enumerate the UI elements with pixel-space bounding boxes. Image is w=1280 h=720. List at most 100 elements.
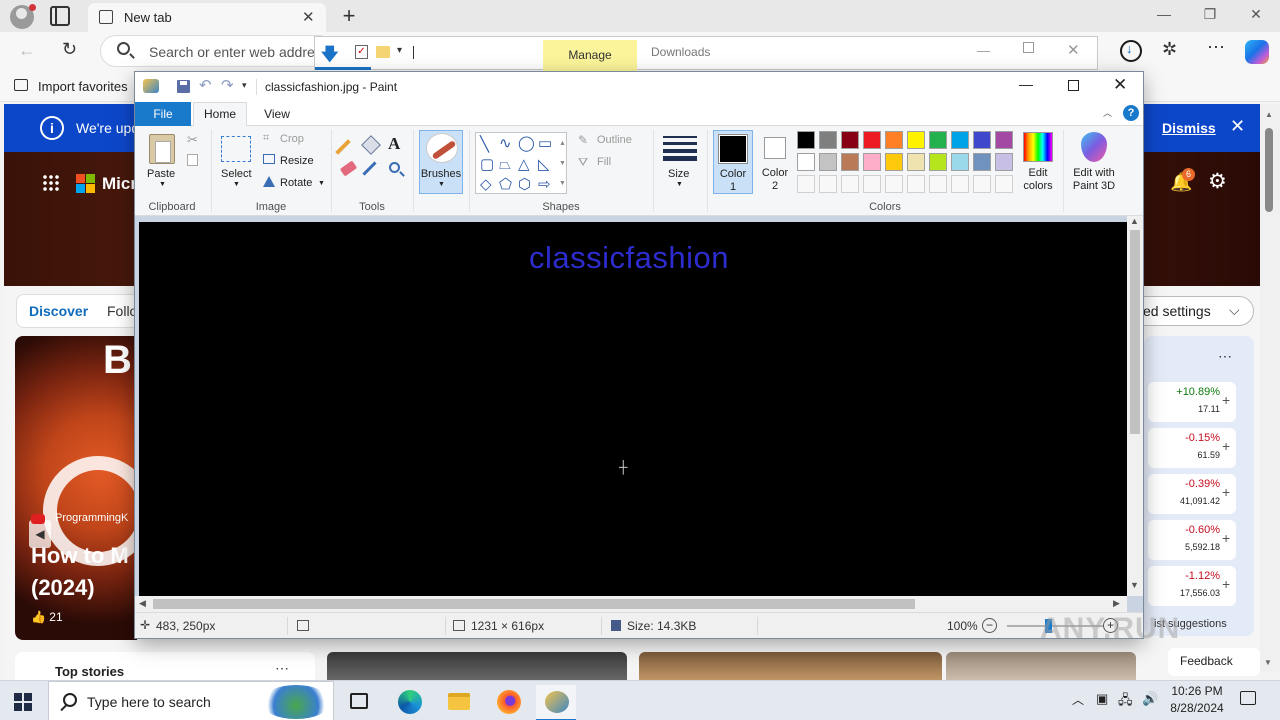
custom-color-slot[interactable] — [841, 175, 859, 193]
color2-swatch[interactable] — [764, 137, 786, 159]
paint-minimize-button[interactable]: — — [1019, 76, 1033, 92]
tab-view[interactable]: View — [259, 102, 295, 126]
page-scrollbar[interactable]: ▲ ▼ — [1260, 104, 1280, 672]
clock-time[interactable]: 10:26 PM — [1164, 684, 1230, 698]
hexagon-shape-icon[interactable]: ⬡ — [518, 177, 531, 192]
size-button[interactable]: Size — [668, 168, 689, 180]
taskbar-firefox-button[interactable] — [488, 685, 528, 719]
banner-dismiss-link[interactable]: Dismiss — [1162, 120, 1216, 136]
color-swatch[interactable] — [797, 131, 815, 149]
browser-close-button[interactable]: ✕ — [1236, 6, 1276, 26]
color2-label[interactable]: Color 2 — [757, 167, 793, 193]
color-swatch[interactable] — [951, 153, 969, 171]
story-thumbnail[interactable] — [327, 652, 627, 682]
extensions-icon[interactable]: ✲ — [1162, 39, 1177, 60]
color-swatch[interactable] — [995, 153, 1013, 171]
taskbar-paint-button[interactable] — [536, 685, 576, 720]
color-swatch[interactable] — [819, 153, 837, 171]
add-icon[interactable]: + — [1222, 438, 1230, 454]
custom-color-slot[interactable] — [929, 175, 947, 193]
more-icon[interactable]: ⋯ — [275, 660, 289, 677]
color-swatch[interactable] — [819, 131, 837, 149]
properties-icon[interactable]: ✓ — [355, 45, 368, 59]
triangle-shape-icon[interactable]: △ — [518, 157, 530, 172]
vertical-scroll-thumb[interactable] — [1130, 230, 1140, 434]
more-icon[interactable]: ⋯ — [1218, 348, 1232, 365]
pencil-icon[interactable] — [335, 139, 351, 155]
feedback-button[interactable]: Feedback — [1168, 648, 1260, 676]
cut-scissors-icon[interactable]: ✂ — [187, 132, 198, 148]
tab-following[interactable]: Follo — [107, 303, 137, 319]
paint-close-button[interactable]: ✕ — [1113, 75, 1127, 95]
select-dropdown-icon[interactable]: ▼ — [233, 181, 240, 188]
paste-dropdown-icon[interactable]: ▼ — [159, 181, 166, 188]
line-shape-icon[interactable]: ╲ — [480, 137, 489, 152]
taskbar-explorer-button[interactable] — [438, 685, 478, 719]
canvas-horizontal-scrollbar[interactable]: ◀ ▶ — [135, 596, 1127, 612]
add-icon[interactable]: + — [1222, 576, 1230, 592]
color-swatch[interactable] — [863, 131, 881, 149]
right-triangle-shape-icon[interactable]: ◺ — [538, 157, 550, 172]
custom-color-slot[interactable] — [995, 175, 1013, 193]
copilot-icon[interactable] — [1245, 40, 1269, 64]
explorer-close-button[interactable]: ✕ — [1067, 41, 1080, 59]
rectangle-shape-icon[interactable]: ▭ — [538, 136, 552, 151]
story-thumbnail[interactable] — [639, 652, 942, 682]
arrow-shape-icon[interactable]: ⇨ — [538, 177, 551, 192]
edit-colors-button[interactable]: Edit colors — [1017, 167, 1059, 193]
size-dropdown-icon[interactable]: ▼ — [676, 181, 683, 188]
custom-color-slot[interactable] — [973, 175, 991, 193]
tab-close-icon[interactable]: ✕ — [302, 8, 315, 26]
tab-discover[interactable]: Discover — [29, 303, 88, 319]
add-icon[interactable]: + — [1222, 484, 1230, 500]
color-swatch[interactable] — [929, 131, 947, 149]
rounded-rectangle-shape-icon[interactable]: ▢ — [480, 157, 494, 172]
downloads-icon[interactable] — [1120, 40, 1142, 62]
custom-color-slot[interactable] — [863, 175, 881, 193]
color-swatch[interactable] — [951, 131, 969, 149]
scroll-up-arrow-icon[interactable]: ▲ — [1265, 110, 1273, 119]
more-options-icon[interactable]: ⋯ — [1207, 37, 1226, 58]
add-icon[interactable]: + — [1222, 392, 1230, 408]
browser-minimize-button[interactable]: — — [1144, 6, 1184, 26]
color-swatch[interactable] — [863, 153, 881, 171]
network-icon[interactable]: 🖧 — [1118, 691, 1133, 713]
fill-button[interactable]: Fill — [597, 156, 611, 168]
color-swatch[interactable] — [929, 153, 947, 171]
color-swatch[interactable] — [907, 153, 925, 171]
stock-card[interactable]: -1.12% 17,556.03 + — [1148, 566, 1236, 606]
action-center-icon[interactable] — [1240, 691, 1256, 705]
stock-card[interactable]: -0.60% 5,592.18 + — [1148, 520, 1236, 560]
clock-date[interactable]: 8/28/2024 — [1164, 701, 1230, 715]
tab-home[interactable]: Home — [193, 102, 247, 127]
stock-card[interactable]: -0.39% 41,091.42 + — [1148, 474, 1236, 514]
stock-card[interactable]: +10.89% 17.11 + — [1148, 382, 1236, 422]
color-swatch[interactable] — [841, 153, 859, 171]
edit-colors-icon[interactable] — [1023, 132, 1053, 162]
banner-close-icon[interactable]: ✕ — [1230, 116, 1245, 137]
hero-news-card[interactable]: B ◀ ProgrammingK How to M (2024) 👍 21 — [15, 336, 137, 640]
paint-maximize-button[interactable] — [1068, 80, 1079, 91]
new-tab-button[interactable]: + — [338, 3, 360, 29]
select-button[interactable]: Select — [221, 168, 252, 180]
paste-clipboard-icon[interactable] — [149, 134, 175, 164]
color-swatch[interactable] — [973, 153, 991, 171]
edit-with-paint3d-button[interactable]: Edit with Paint 3D — [1067, 167, 1121, 193]
zoom-out-button[interactable]: − — [982, 618, 997, 633]
copy-icon[interactable] — [187, 154, 198, 166]
color-swatch[interactable] — [841, 131, 859, 149]
color-swatch[interactable] — [995, 131, 1013, 149]
story-thumbnail[interactable] — [946, 652, 1136, 682]
stock-card[interactable]: -0.15% 61.59 + — [1148, 428, 1236, 468]
oval-shape-icon[interactable]: ◯ — [518, 136, 535, 151]
new-folder-icon[interactable] — [376, 46, 390, 58]
explorer-maximize-button[interactable] — [1023, 42, 1034, 53]
explorer-manage-tab[interactable]: Manage — [543, 40, 637, 71]
canvas-vertical-scrollbar[interactable]: ▲ ▼ — [1127, 216, 1143, 596]
explorer-minimize-button[interactable]: — — [977, 43, 990, 58]
meet-now-icon[interactable]: ▣ — [1096, 691, 1108, 707]
color-swatch[interactable] — [797, 153, 815, 171]
paint-app-icon[interactable] — [143, 79, 159, 93]
custom-color-slot[interactable] — [797, 175, 815, 193]
resize-button[interactable]: Resize — [280, 155, 314, 167]
